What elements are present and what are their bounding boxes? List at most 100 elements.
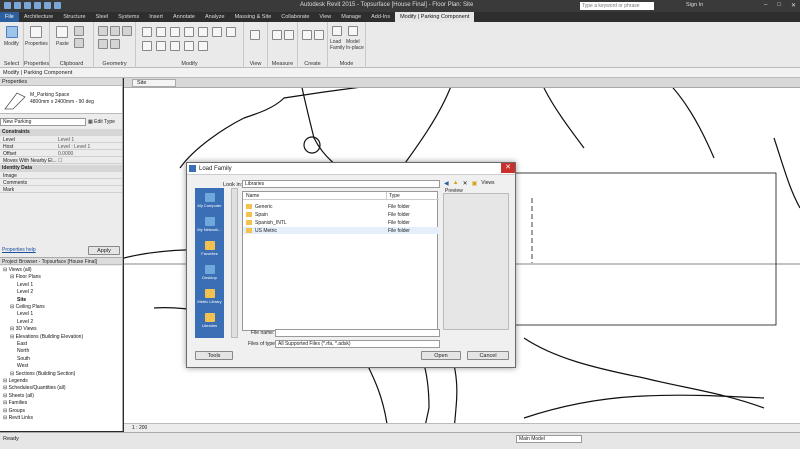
column-name[interactable]: Name: [246, 193, 259, 199]
cope-icon[interactable]: [98, 26, 108, 36]
split-icon[interactable]: [142, 41, 152, 51]
open-icon[interactable]: [14, 2, 21, 9]
constraints-section[interactable]: Constraints: [0, 129, 122, 136]
tree-item[interactable]: South: [17, 356, 30, 362]
place-desktop[interactable]: Desktop: [195, 263, 224, 285]
tree-item[interactable]: Site: [17, 297, 26, 303]
tree-item[interactable]: ⊟ Revit Links: [3, 415, 33, 421]
files-of-type-select[interactable]: All Supported Files (*.rfa, *.adsk): [275, 340, 440, 348]
minimize-icon[interactable]: –: [764, 2, 767, 9]
tab-file[interactable]: File: [0, 12, 19, 22]
tab-add-ins[interactable]: Add-Ins: [366, 12, 395, 22]
view-scale[interactable]: 1 : 200: [132, 425, 147, 431]
properties-help-link[interactable]: Properties help: [2, 247, 36, 253]
file-name-input[interactable]: [275, 329, 440, 337]
tab-modify-parking[interactable]: Modify | Parking Component: [395, 12, 475, 22]
paste-icon[interactable]: [56, 26, 68, 38]
tab-manage[interactable]: Manage: [336, 12, 366, 22]
maximize-icon[interactable]: □: [777, 2, 781, 9]
moves-checkbox[interactable]: ☐: [58, 158, 62, 164]
look-in-select[interactable]: Libraries: [242, 180, 440, 188]
copy-element-icon[interactable]: [198, 27, 208, 37]
load-family-icon[interactable]: [332, 26, 342, 36]
undo-icon[interactable]: [34, 2, 41, 9]
revit-logo-icon[interactable]: [4, 2, 11, 9]
save-icon[interactable]: [24, 2, 31, 9]
join-icon[interactable]: [122, 26, 132, 36]
tree-item[interactable]: Level 2: [17, 289, 33, 295]
place-favorites[interactable]: Favorites: [195, 239, 224, 261]
tree-item[interactable]: Level 2: [17, 319, 33, 325]
create-group-icon[interactable]: [314, 30, 324, 40]
array-icon[interactable]: [156, 41, 166, 51]
cut-geometry-icon[interactable]: [110, 26, 120, 36]
measure-icon[interactable]: [272, 30, 282, 40]
split-face-icon[interactable]: [98, 39, 108, 49]
place-libraries[interactable]: Libraries: [195, 311, 224, 333]
instance-filter-select[interactable]: New Parking: [0, 118, 86, 126]
cancel-button[interactable]: Cancel: [467, 351, 509, 360]
prop-row-host[interactable]: Host Level : Level 1: [0, 143, 122, 150]
delete-icon[interactable]: ✕: [463, 180, 468, 187]
identity-section[interactable]: Identity Data: [0, 165, 122, 172]
rotate-icon[interactable]: [212, 27, 222, 37]
active-model-select[interactable]: Main Model: [516, 435, 582, 443]
tree-item[interactable]: ⊟ Groups: [3, 408, 25, 414]
prop-row-comments[interactable]: Comments: [0, 179, 122, 186]
tree-item[interactable]: ⊟ Elevations (Building Elevation): [10, 334, 83, 340]
tree-item[interactable]: ⊟ Views (all): [3, 267, 32, 273]
dialog-close-icon[interactable]: ✕: [501, 163, 515, 173]
tab-structure[interactable]: Structure: [58, 12, 90, 22]
cut-icon[interactable]: [74, 38, 84, 48]
redo-icon[interactable]: [44, 2, 51, 9]
properties-icon[interactable]: [30, 26, 42, 38]
apply-button[interactable]: Apply: [88, 246, 120, 255]
mirror-icon[interactable]: [170, 27, 180, 37]
tree-item[interactable]: ⊟ Families: [3, 400, 27, 406]
list-item[interactable]: Generic File folder: [243, 203, 439, 210]
open-button[interactable]: Open: [421, 351, 461, 360]
align-icon[interactable]: [142, 27, 152, 37]
move-icon[interactable]: [184, 27, 194, 37]
tab-annotate[interactable]: Annotate: [168, 12, 200, 22]
pin-icon[interactable]: [184, 41, 194, 51]
tree-item[interactable]: ⊟ Legends: [3, 378, 28, 384]
tree-item[interactable]: East: [17, 341, 27, 347]
tab-massing-site[interactable]: Massing & Site: [230, 12, 277, 22]
tree-item[interactable]: North: [17, 348, 29, 354]
dimension-icon[interactable]: [284, 30, 294, 40]
place-my-network[interactable]: My Network...: [195, 215, 224, 237]
tree-item[interactable]: West: [17, 363, 28, 369]
close-icon[interactable]: ✕: [791, 2, 796, 9]
scale-icon[interactable]: [170, 41, 180, 51]
tab-analyze[interactable]: Analyze: [200, 12, 230, 22]
prop-row-moves[interactable]: Moves With Nearby El... ☐: [0, 157, 122, 164]
copy-icon[interactable]: [74, 26, 84, 36]
paint-icon[interactable]: [110, 39, 120, 49]
offset-icon[interactable]: [156, 27, 166, 37]
sign-in-link[interactable]: Sign In: [686, 2, 703, 8]
new-folder-icon[interactable]: ▣: [472, 180, 478, 187]
tab-steel[interactable]: Steel: [91, 12, 114, 22]
tree-item[interactable]: Level 1: [17, 282, 33, 288]
trim-icon[interactable]: [226, 27, 236, 37]
places-scrollbar[interactable]: [231, 188, 238, 338]
place-metric-library[interactable]: Metric Library: [195, 287, 224, 309]
column-type[interactable]: Type: [386, 192, 400, 200]
tree-item[interactable]: ⊟ Ceiling Plans: [10, 304, 45, 310]
list-item[interactable]: US Metric File folder: [243, 227, 439, 234]
back-icon[interactable]: ◀: [444, 180, 449, 187]
prop-row-image[interactable]: Image: [0, 172, 122, 179]
create-parts-icon[interactable]: [302, 30, 312, 40]
tree-item[interactable]: ⊟ Sheets (all): [3, 393, 34, 399]
tab-view[interactable]: View: [314, 12, 336, 22]
tab-insert[interactable]: Insert: [144, 12, 168, 22]
list-item[interactable]: Spain File folder: [243, 211, 439, 218]
up-folder-icon[interactable]: ▲: [453, 180, 459, 187]
tree-item[interactable]: ⊟ Schedules/Quantities (all): [3, 385, 66, 391]
type-selector-preview[interactable]: M_Parking Space 4800mm x 2400mm - 90 deg: [0, 86, 122, 114]
tab-systems[interactable]: Systems: [113, 12, 144, 22]
prop-row-offset[interactable]: Offset 0.0000: [0, 150, 122, 157]
model-in-place-icon[interactable]: [348, 26, 358, 36]
tools-button[interactable]: Tools: [195, 351, 233, 360]
